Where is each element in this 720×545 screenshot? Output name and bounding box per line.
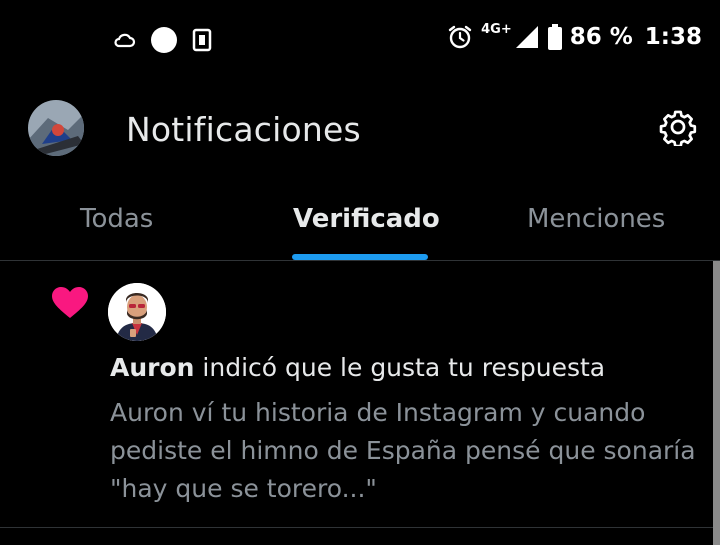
notification-item[interactable]: Auron indicó que le gusta tu respuesta A… (0, 261, 714, 527)
settings-button[interactable] (656, 107, 700, 151)
sim-card-icon (192, 28, 212, 52)
status-bar-right: 4G+ 86 % 1:38 (447, 21, 702, 50)
clock-time: 1:38 (644, 24, 702, 50)
scrollbar[interactable] (713, 261, 720, 545)
tab-bar: Todas Verificado Menciones (0, 190, 720, 260)
header: Notificaciones (0, 90, 720, 170)
status-bar-left (114, 26, 212, 54)
notification-title: Auron indicó que le gusta tu respuesta (110, 353, 605, 382)
tab-verificado[interactable]: Verificado (293, 204, 440, 234)
battery-icon (547, 24, 562, 50)
heart-icon (51, 286, 89, 324)
profile-avatar[interactable] (28, 100, 84, 156)
notification-body: Auron ví tu historia de Instagram y cuan… (110, 394, 710, 508)
notification-action: indicó que le gusta tu respuesta (202, 353, 606, 382)
notification-divider (0, 527, 720, 528)
page-title: Notificaciones (126, 110, 361, 149)
notification-body-line: "hay que se torero..." (110, 474, 377, 503)
user-avatar[interactable] (108, 283, 166, 341)
notification-username[interactable]: Auron (110, 353, 194, 382)
status-bar: 4G+ 86 % 1:38 (0, 0, 720, 80)
battery-percentage: 86 % (569, 24, 633, 50)
alarm-icon (447, 24, 473, 50)
notification-body-line: pediste el himno de España pensé que son… (110, 436, 696, 465)
tab-menciones[interactable]: Menciones (527, 204, 665, 234)
notification-body-line: Auron ví tu historia de Instagram y cuan… (110, 398, 646, 427)
network-type: 4G+ (481, 21, 512, 37)
tab-todas[interactable]: Todas (80, 204, 153, 234)
signal-icon (514, 24, 540, 50)
circle-notification-icon (150, 26, 178, 54)
cloud-icon (114, 31, 136, 49)
gear-icon (659, 108, 697, 150)
